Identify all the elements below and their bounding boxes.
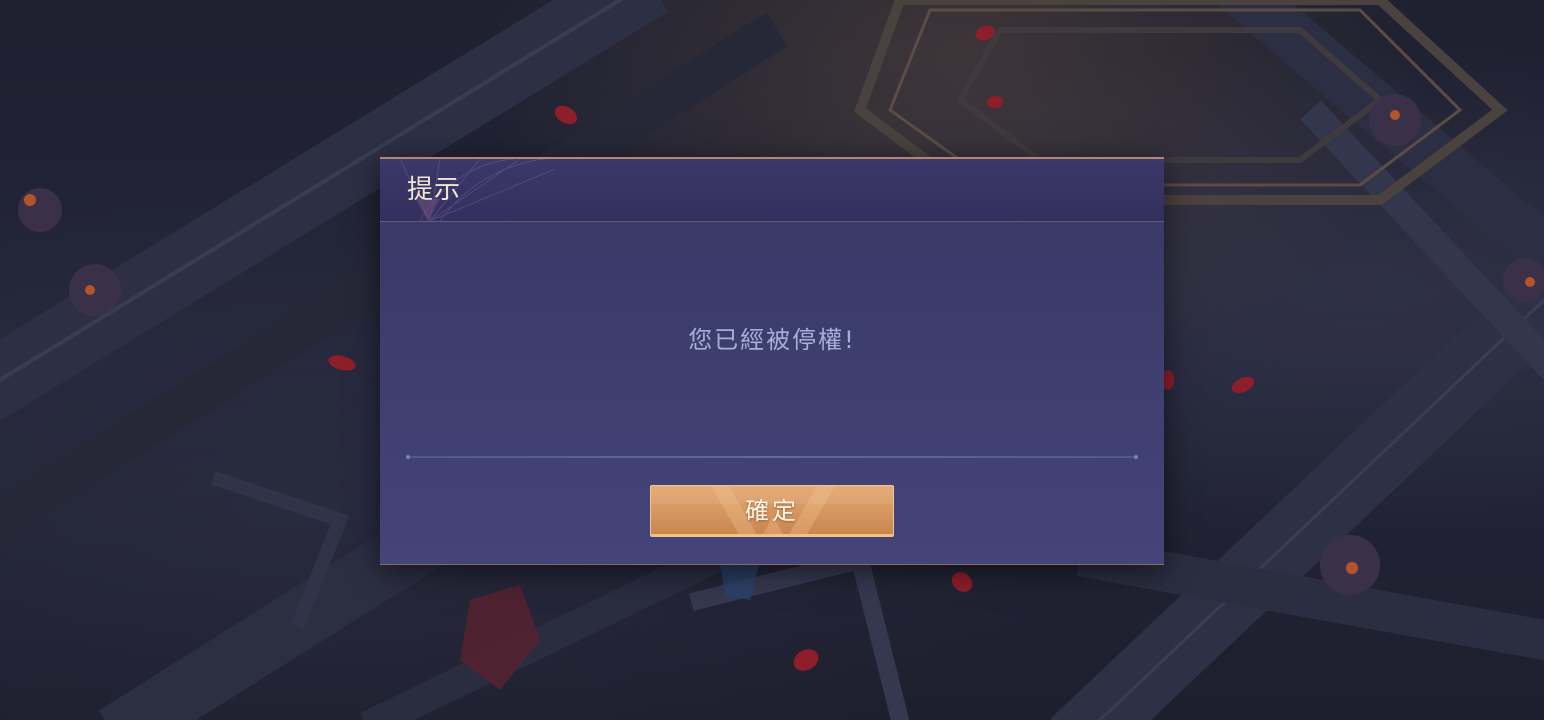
header-rays-decoration: [399, 159, 580, 221]
suspension-message: 您已經被停權!: [688, 326, 856, 354]
confirm-button-label: 確定: [745, 497, 799, 525]
dialog-divider: [406, 455, 1138, 459]
dialog-header: 提示: [380, 159, 1164, 222]
suspension-dialog: 提示 您已經被停權! 確定: [380, 157, 1164, 565]
dialog-title: 提示: [407, 175, 462, 205]
confirm-button[interactable]: 確定: [650, 485, 894, 537]
